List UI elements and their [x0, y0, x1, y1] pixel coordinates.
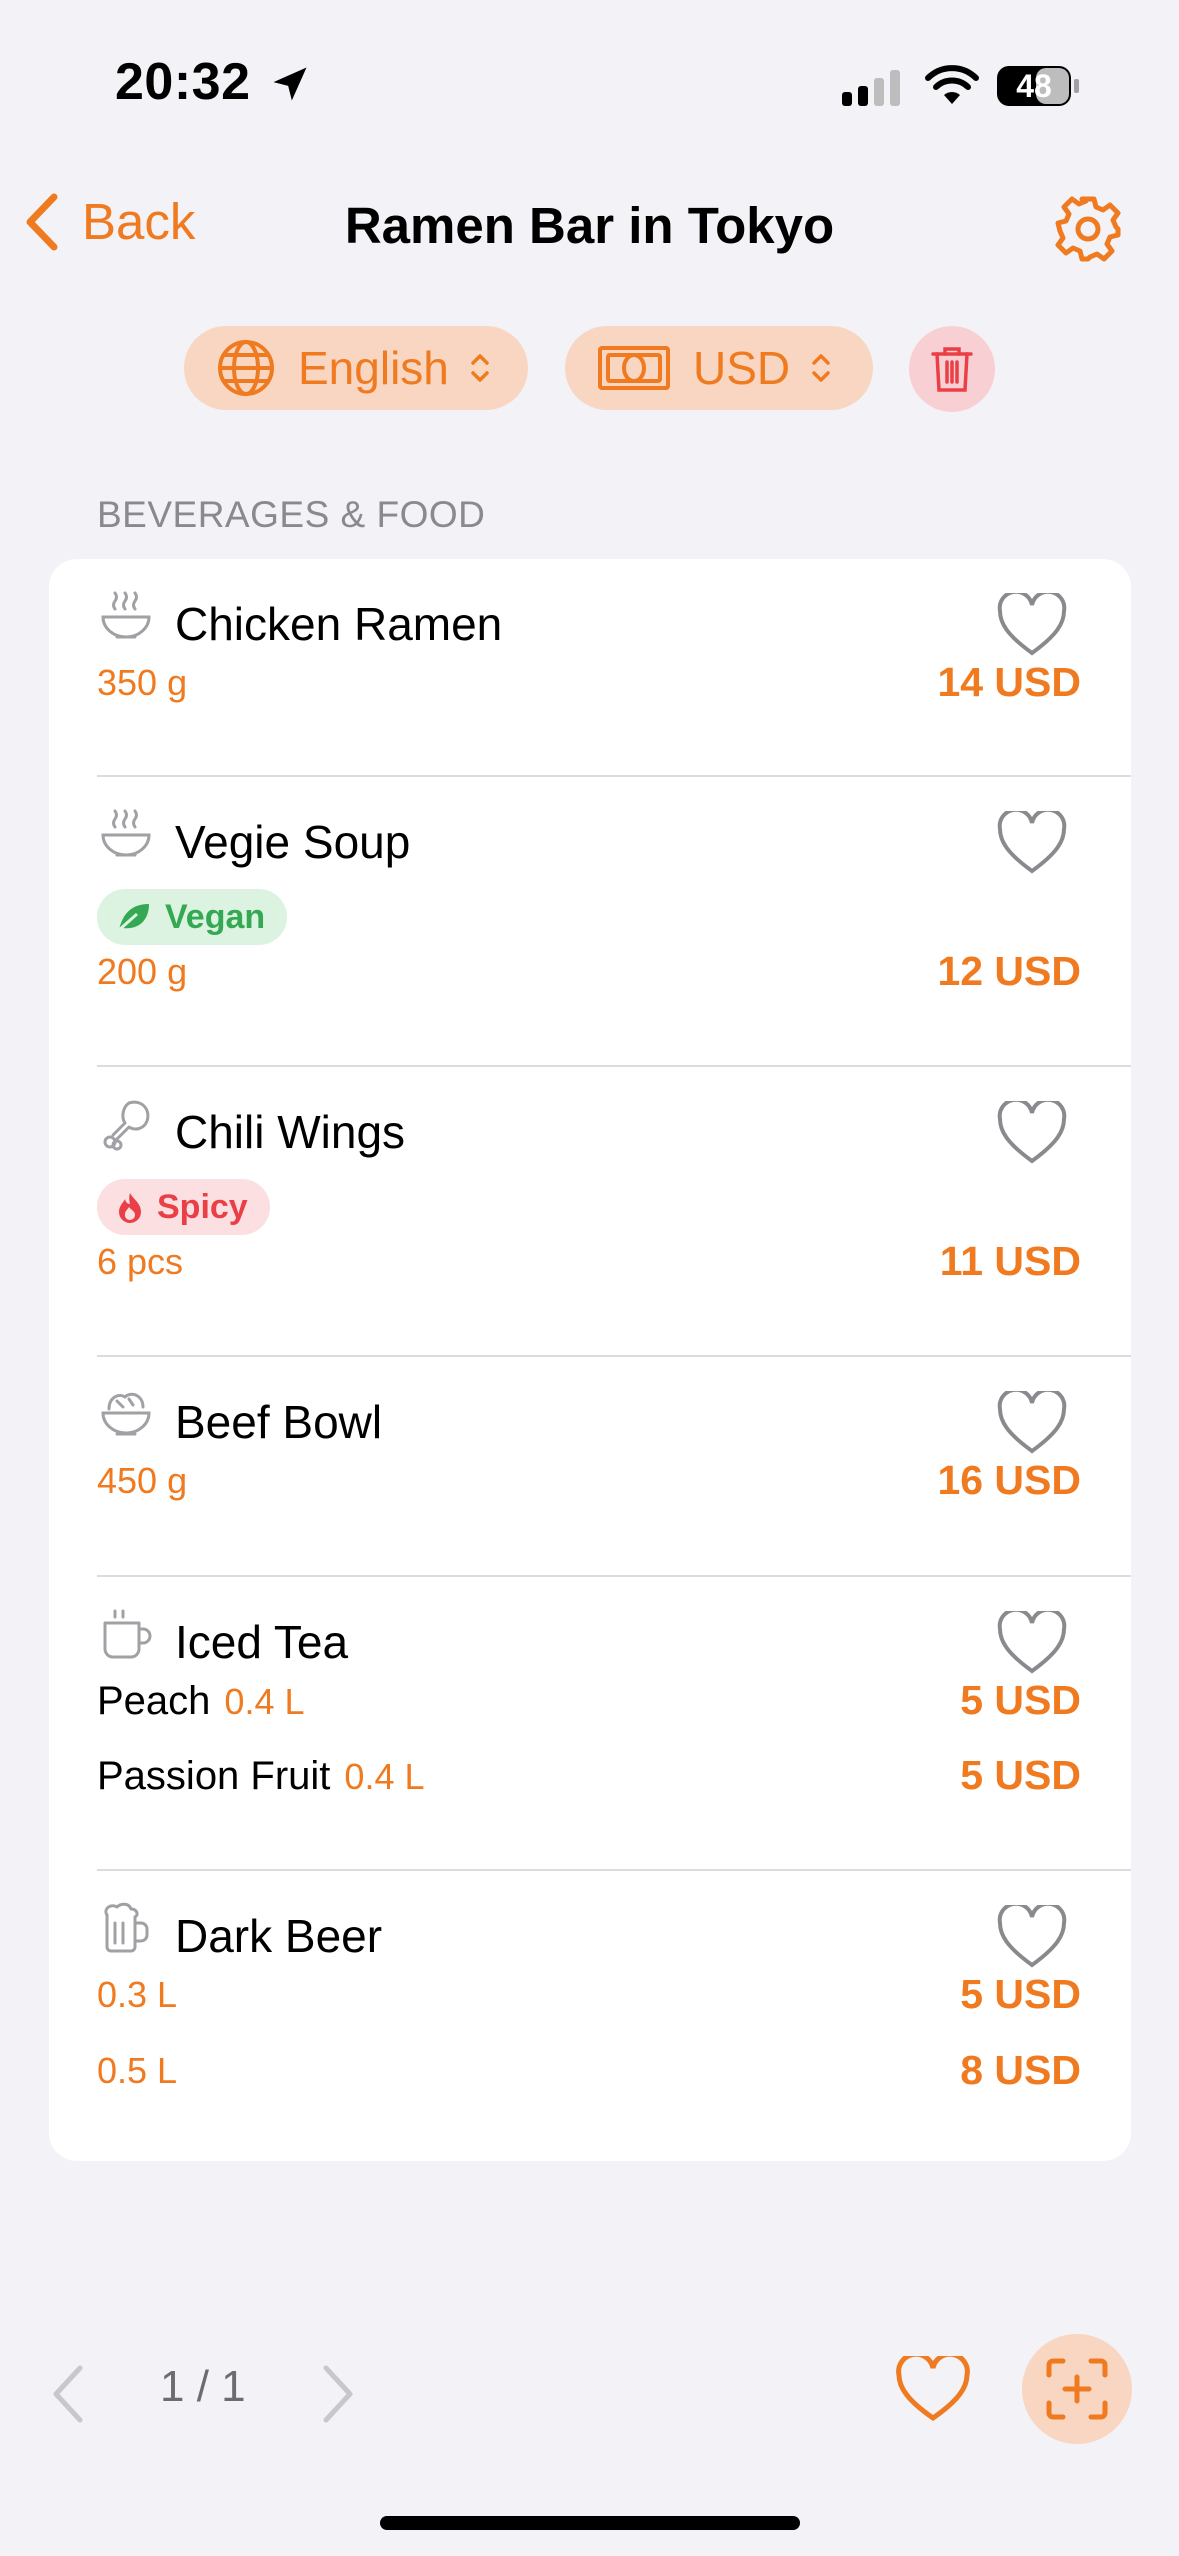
globe-icon — [216, 338, 276, 398]
variant-size: 0.5 L — [97, 2050, 178, 2091]
item-size: 450 g — [97, 1460, 188, 1501]
chevron-up-down-icon — [469, 352, 491, 384]
heart-icon[interactable] — [997, 811, 1067, 875]
battery-icon: 48 — [996, 64, 1080, 108]
item-name: Iced Tea — [175, 1616, 349, 1668]
section-header: BEVERAGES & FOOD — [97, 494, 486, 535]
item-size: 6 pcs — [97, 1241, 184, 1282]
item-price: 11 USD — [939, 1238, 1081, 1284]
language-value: English — [298, 342, 449, 394]
variant-price: 5 USD — [960, 1971, 1081, 2017]
variant-price: 5 USD — [960, 1677, 1081, 1723]
variant-name: Passion Fruit — [97, 1754, 331, 1798]
item-size: 200 g — [97, 951, 188, 992]
spicy-label: Spicy — [157, 1187, 248, 1226]
currency-selector[interactable]: USD — [565, 326, 873, 410]
variant-name: Peach — [97, 1679, 211, 1723]
item-name: Dark Beer — [175, 1910, 383, 1962]
menu-item[interactable]: Beef Bowl 450 g 16 USD — [49, 1357, 1131, 1577]
favorites-heart-icon[interactable] — [896, 2356, 970, 2422]
language-selector[interactable]: English — [184, 326, 528, 410]
menu-card: Chicken Ramen 350 g 14 USD Vegie Soup Ve… — [49, 559, 1131, 2161]
scan-plus-icon — [1046, 2358, 1108, 2420]
cup-icon — [103, 1609, 152, 1659]
chevron-up-down-icon — [810, 352, 832, 384]
item-price: 14 USD — [937, 659, 1081, 705]
cellular-signal-icon — [842, 70, 900, 106]
variant-price: 5 USD — [960, 1752, 1081, 1798]
variant-size: 0.4 L — [344, 1756, 425, 1797]
item-price: 16 USD — [937, 1457, 1081, 1503]
variant-row: Passion Fruit 0.4 L — [97, 1754, 425, 1799]
heart-icon[interactable] — [997, 1905, 1067, 1969]
item-name: Chili Wings — [175, 1106, 406, 1158]
leaf-icon — [117, 902, 151, 932]
item-name: Beef Bowl — [175, 1396, 383, 1448]
battery-level: 48 — [1016, 68, 1052, 104]
menu-item[interactable]: Iced Tea Peach 0.4 L 5 USD Passion Fruit 0… — [49, 1577, 1131, 1871]
variant-row: Peach 0.4 L — [97, 1679, 305, 1724]
vegan-label: Vegan — [165, 897, 266, 936]
chicken-leg-icon — [103, 1100, 150, 1151]
spicy-badge: Spicy — [97, 1179, 270, 1235]
flame-icon — [117, 1191, 143, 1223]
previous-page-icon[interactable] — [48, 2362, 88, 2426]
status-time: 20:32 — [115, 53, 251, 111]
scan-add-button[interactable] — [1022, 2334, 1132, 2444]
soup-bowl-icon — [101, 809, 151, 857]
page-indicator: 1 / 1 — [160, 2362, 246, 2411]
menu-item[interactable]: Vegie Soup Vegan 200 g 12 USD — [49, 777, 1131, 1067]
ramen-bowl-icon — [101, 591, 151, 639]
heart-icon[interactable] — [997, 1101, 1067, 1165]
item-size: 350 g — [97, 662, 188, 703]
variant-price: 8 USD — [960, 2047, 1081, 2093]
variant-size: 0.4 L — [224, 1681, 305, 1722]
menu-item[interactable]: Dark Beer 0.3 L 5 USD 0.5 L 8 USD — [49, 1871, 1131, 2161]
gear-icon[interactable] — [1052, 193, 1124, 265]
rice-bowl-icon — [101, 1392, 151, 1436]
home-indicator — [380, 2516, 800, 2530]
wifi-icon — [925, 65, 979, 104]
next-page-icon[interactable] — [318, 2362, 358, 2426]
menu-item[interactable]: Chili Wings Spicy 6 pcs 11 USD — [49, 1067, 1131, 1357]
menu-item[interactable]: Chicken Ramen 350 g 14 USD — [49, 559, 1131, 777]
vegan-badge: Vegan — [97, 889, 288, 945]
item-name: Vegie Soup — [175, 816, 411, 868]
page-title: Ramen Bar in Tokyo — [344, 197, 835, 254]
variant-size: 0.3 L — [97, 1974, 178, 2015]
location-arrow-icon — [273, 67, 307, 101]
beer-mug-icon — [104, 1902, 149, 1953]
trash-icon — [931, 347, 973, 392]
currency-value: USD — [693, 342, 791, 394]
banknote-icon — [597, 344, 671, 392]
item-price: 12 USD — [937, 948, 1081, 994]
heart-icon[interactable] — [997, 593, 1067, 657]
heart-icon[interactable] — [997, 1611, 1067, 1675]
delete-button[interactable] — [909, 326, 995, 412]
item-name: Chicken Ramen — [175, 598, 503, 650]
heart-icon[interactable] — [997, 1391, 1067, 1455]
